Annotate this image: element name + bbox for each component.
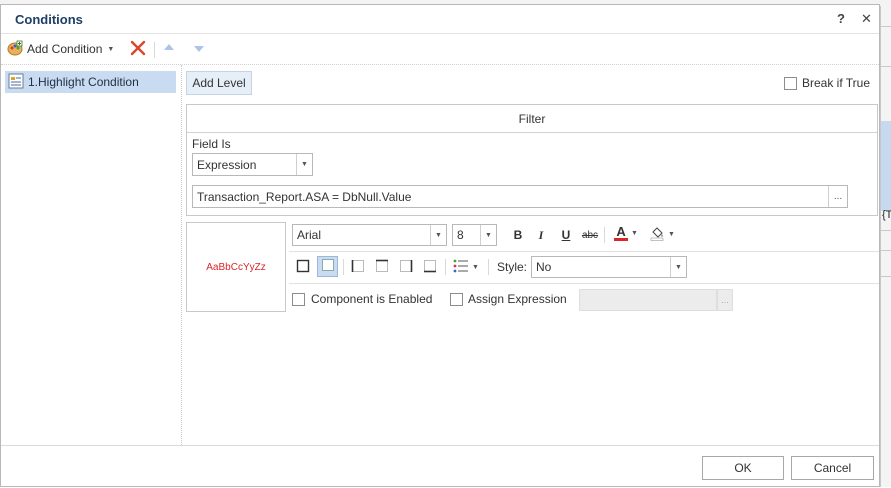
italic-button[interactable]: I [531, 225, 551, 245]
close-button[interactable]: ✕ [861, 11, 872, 27]
border-left-button[interactable] [348, 257, 368, 277]
dialog-title: Conditions [15, 12, 83, 27]
border-bottom-icon [423, 259, 437, 276]
border-left-icon [351, 259, 365, 276]
assign-expression-editor-button: ... [717, 289, 733, 311]
font-name-value: Arial [297, 228, 322, 242]
conditions-dialog: Conditions ? ✕ Add Condition ▼ 1.Highlig… [0, 4, 880, 487]
chevron-down-icon: ▼ [296, 154, 312, 175]
font-color-button[interactable]: A ▼ [611, 223, 641, 243]
border-top-button[interactable] [372, 257, 392, 277]
assign-expression-checkbox[interactable] [450, 293, 463, 306]
add-level-button[interactable]: Add Level [186, 71, 252, 95]
border-top-icon [375, 259, 389, 276]
paint-bucket-icon [649, 225, 665, 244]
remove-condition-button[interactable] [130, 40, 146, 58]
chevron-down-icon: ▼ [430, 225, 446, 245]
palette-plus-icon [7, 40, 23, 59]
arrow-up-icon [162, 41, 176, 58]
move-up-button[interactable] [162, 40, 176, 58]
component-enabled-label: Component is Enabled [311, 292, 433, 306]
expression-input[interactable]: Transaction_Report.ASA = DbNull.Value ..… [192, 185, 848, 208]
field-type-select[interactable]: Expression ▼ [192, 153, 313, 176]
border-right-button[interactable] [396, 257, 416, 277]
condition-label: 1.Highlight Condition [28, 75, 139, 89]
border-none-button[interactable] [317, 256, 338, 277]
highlight-condition-icon [8, 73, 24, 92]
chevron-down-icon: ▼ [472, 263, 479, 271]
break-if-true-checkbox[interactable] [784, 77, 797, 90]
chevron-down-icon: ▼ [480, 225, 496, 245]
field-is-label: Field Is [192, 137, 231, 151]
fill-color-button[interactable]: ▼ [646, 224, 678, 244]
expression-editor-button[interactable]: ... [828, 186, 847, 207]
font-size-value: 8 [457, 228, 464, 242]
red-x-icon [130, 40, 146, 59]
bullet-list-icon [453, 259, 469, 276]
background-app-right-edge: {T [880, 6, 891, 487]
chevron-down-icon: ▼ [631, 229, 638, 237]
border-all-button[interactable] [293, 257, 313, 277]
font-size-select[interactable]: 8 ▼ [452, 224, 497, 246]
assign-expression-input [579, 289, 717, 311]
conditions-list: 1.Highlight Condition [1, 65, 182, 445]
arrow-down-icon [192, 41, 206, 58]
add-condition-label: Add Condition [27, 42, 103, 56]
font-color-icon: A [614, 225, 629, 241]
underline-button[interactable]: U [556, 225, 576, 245]
break-if-true-label: Break if True [802, 76, 871, 90]
chevron-down-icon: ▼ [107, 45, 115, 53]
ok-button[interactable]: OK [702, 456, 784, 480]
chevron-down-icon: ▼ [668, 230, 675, 238]
list-item-condition[interactable]: 1.Highlight Condition [5, 71, 176, 93]
help-button[interactable]: ? [837, 11, 845, 26]
font-name-select[interactable]: Arial ▼ [292, 224, 447, 246]
field-type-value: Expression [197, 157, 257, 172]
cancel-button[interactable]: Cancel [791, 456, 874, 480]
assign-expression-label: Assign Expression [468, 292, 567, 306]
border-none-icon [321, 258, 335, 275]
preview-text: AaBbCcYyZz [206, 261, 266, 273]
expression-value: Transaction_Report.ASA = DbNull.Value [197, 189, 412, 204]
dialog-footer: OK Cancel [1, 445, 879, 488]
filter-header: Filter [187, 105, 877, 133]
border-right-icon [399, 259, 413, 276]
move-down-button[interactable] [192, 40, 206, 58]
conditions-toolbar: Add Condition ▼ [1, 34, 879, 65]
bold-button[interactable]: B [508, 225, 528, 245]
border-bottom-button[interactable] [420, 257, 440, 277]
strikethrough-button[interactable]: abc [580, 225, 600, 245]
style-preview: AaBbCcYyZz [186, 222, 286, 312]
background-text: {T [882, 209, 891, 221]
component-enabled-checkbox[interactable] [292, 293, 305, 306]
border-all-icon [296, 259, 310, 276]
chevron-down-icon: ▼ [670, 257, 686, 277]
style-label: Style: [497, 260, 528, 274]
style-value: No [536, 260, 552, 274]
dialog-titlebar: Conditions ? ✕ [1, 5, 879, 34]
filter-panel: Filter Field Is Expression ▼ Transaction… [186, 104, 878, 216]
style-select[interactable]: No ▼ [531, 256, 687, 278]
add-condition-button[interactable]: Add Condition ▼ [7, 40, 114, 58]
list-style-button[interactable]: ▼ [450, 257, 482, 277]
